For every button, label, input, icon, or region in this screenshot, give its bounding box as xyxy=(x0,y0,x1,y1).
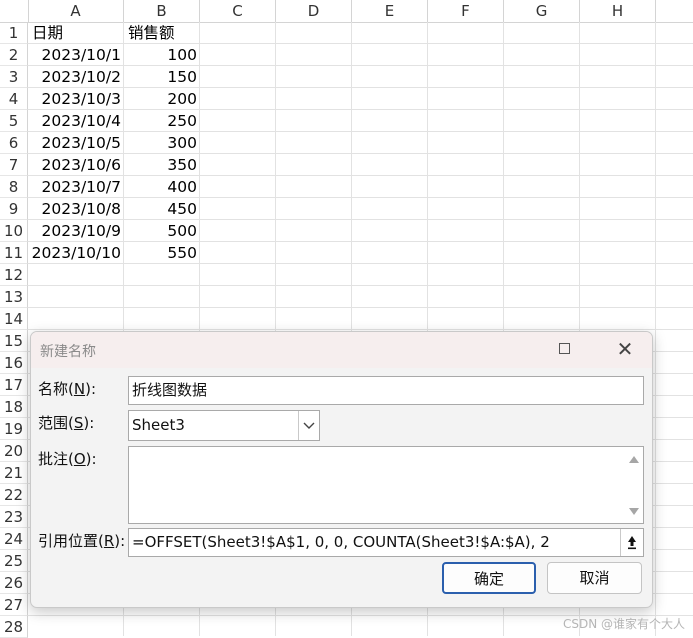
column-header-c[interactable]: C xyxy=(200,0,276,22)
name-input[interactable]: 折线图数据 xyxy=(128,376,644,405)
row-header[interactable]: 11 xyxy=(0,242,28,264)
scope-select[interactable]: Sheet3 xyxy=(128,410,320,441)
cell-sales[interactable]: 550 xyxy=(124,242,200,264)
column-header-row: A B C D E F G H xyxy=(0,0,693,23)
cell-sales[interactable]: 450 xyxy=(124,198,200,220)
row-header[interactable]: 1 xyxy=(0,22,28,44)
row-header[interactable]: 10 xyxy=(0,220,28,242)
comment-scrollbar[interactable] xyxy=(626,447,643,523)
cell-date[interactable]: 2023/10/6 xyxy=(28,154,124,176)
dialog-title: 新建名称 xyxy=(40,344,96,360)
cell-a1[interactable]: 日期 xyxy=(28,22,124,44)
column-header-e[interactable]: E xyxy=(352,0,428,22)
dialog-titlebar[interactable]: 新建名称 ✕ xyxy=(31,332,652,368)
close-icon[interactable]: ✕ xyxy=(614,337,636,361)
refers-to-value: =OFFSET(Sheet3!$A$1, 0, 0, COUNTA(Sheet3… xyxy=(132,533,550,551)
row-header[interactable]: 17 xyxy=(0,374,28,396)
row-header[interactable]: 14 xyxy=(0,308,28,330)
row-header[interactable]: 24 xyxy=(0,528,28,550)
row-header[interactable]: 4 xyxy=(0,88,28,110)
name-label: 名称(N): xyxy=(38,380,96,398)
column-header-b[interactable]: B xyxy=(124,0,200,22)
row-header[interactable]: 22 xyxy=(0,484,28,506)
new-name-dialog: 新建名称 ✕ 名称(N): 折线图数据 范围(S): Sheet3 批注(O):… xyxy=(30,331,653,608)
select-all-corner[interactable] xyxy=(0,0,29,22)
maximize-icon[interactable] xyxy=(559,343,570,354)
row-header[interactable]: 13 xyxy=(0,286,28,308)
cell-date[interactable]: 2023/10/9 xyxy=(28,220,124,242)
cell-date[interactable]: 2023/10/8 xyxy=(28,198,124,220)
column-header-d[interactable]: D xyxy=(276,0,352,22)
watermark: CSDN @谁家有个大人 xyxy=(562,617,685,631)
cell-sales[interactable]: 200 xyxy=(124,88,200,110)
row-header[interactable]: 3 xyxy=(0,66,28,88)
scroll-up-icon[interactable] xyxy=(629,456,639,463)
row-header[interactable]: 20 xyxy=(0,440,28,462)
scope-value: Sheet3 xyxy=(132,416,185,434)
row-header[interactable]: 12 xyxy=(0,264,28,286)
cell-b1[interactable]: 销售额 xyxy=(124,22,200,44)
cell-sales[interactable]: 100 xyxy=(124,44,200,66)
cell-date[interactable]: 2023/10/10 xyxy=(28,242,124,264)
chevron-down-icon[interactable] xyxy=(298,411,319,440)
row-header[interactable]: 16 xyxy=(0,352,28,374)
column-header-f[interactable]: F xyxy=(428,0,504,22)
row-header[interactable]: 21 xyxy=(0,462,28,484)
row-header[interactable]: 8 xyxy=(0,176,28,198)
cell-sales[interactable]: 500 xyxy=(124,220,200,242)
row-header[interactable]: 15 xyxy=(0,330,28,352)
refers-to-input[interactable]: =OFFSET(Sheet3!$A$1, 0, 0, COUNTA(Sheet3… xyxy=(128,528,644,557)
column-header-h[interactable]: H xyxy=(580,0,656,22)
ok-button[interactable]: 确定 xyxy=(442,562,536,594)
row-header[interactable]: 18 xyxy=(0,396,28,418)
cell-sales[interactable]: 250 xyxy=(124,110,200,132)
cell-date[interactable]: 2023/10/5 xyxy=(28,132,124,154)
cell-date[interactable]: 2023/10/7 xyxy=(28,176,124,198)
comment-textarea[interactable] xyxy=(128,446,644,524)
column-header-a[interactable]: A xyxy=(28,0,124,22)
cell-sales[interactable]: 350 xyxy=(124,154,200,176)
cell-sales[interactable]: 150 xyxy=(124,66,200,88)
row-header[interactable]: 7 xyxy=(0,154,28,176)
cell-date[interactable]: 2023/10/3 xyxy=(28,88,124,110)
row-header[interactable]: 25 xyxy=(0,550,28,572)
row-header[interactable]: 19 xyxy=(0,418,28,440)
scroll-down-icon[interactable] xyxy=(629,508,639,515)
row-header[interactable]: 27 xyxy=(0,594,28,616)
row-header[interactable]: 23 xyxy=(0,506,28,528)
cancel-button[interactable]: 取消 xyxy=(547,562,642,594)
refers-to-label: 引用位置(R): xyxy=(38,532,126,550)
scope-label: 范围(S): xyxy=(38,414,95,432)
cell-date[interactable]: 2023/10/2 xyxy=(28,66,124,88)
cell-date[interactable]: 2023/10/1 xyxy=(28,44,124,66)
collapse-dialog-icon[interactable] xyxy=(620,529,643,556)
comment-label: 批注(O): xyxy=(38,450,97,468)
row-header[interactable]: 5 xyxy=(0,110,28,132)
row-header[interactable]: 28 xyxy=(0,616,28,638)
row-header[interactable]: 9 xyxy=(0,198,28,220)
cell-date[interactable]: 2023/10/4 xyxy=(28,110,124,132)
column-header-g[interactable]: G xyxy=(504,0,580,22)
cell-sales[interactable]: 400 xyxy=(124,176,200,198)
row-header[interactable]: 26 xyxy=(0,572,28,594)
cell-sales[interactable]: 300 xyxy=(124,132,200,154)
row-header[interactable]: 2 xyxy=(0,44,28,66)
row-header[interactable]: 6 xyxy=(0,132,28,154)
